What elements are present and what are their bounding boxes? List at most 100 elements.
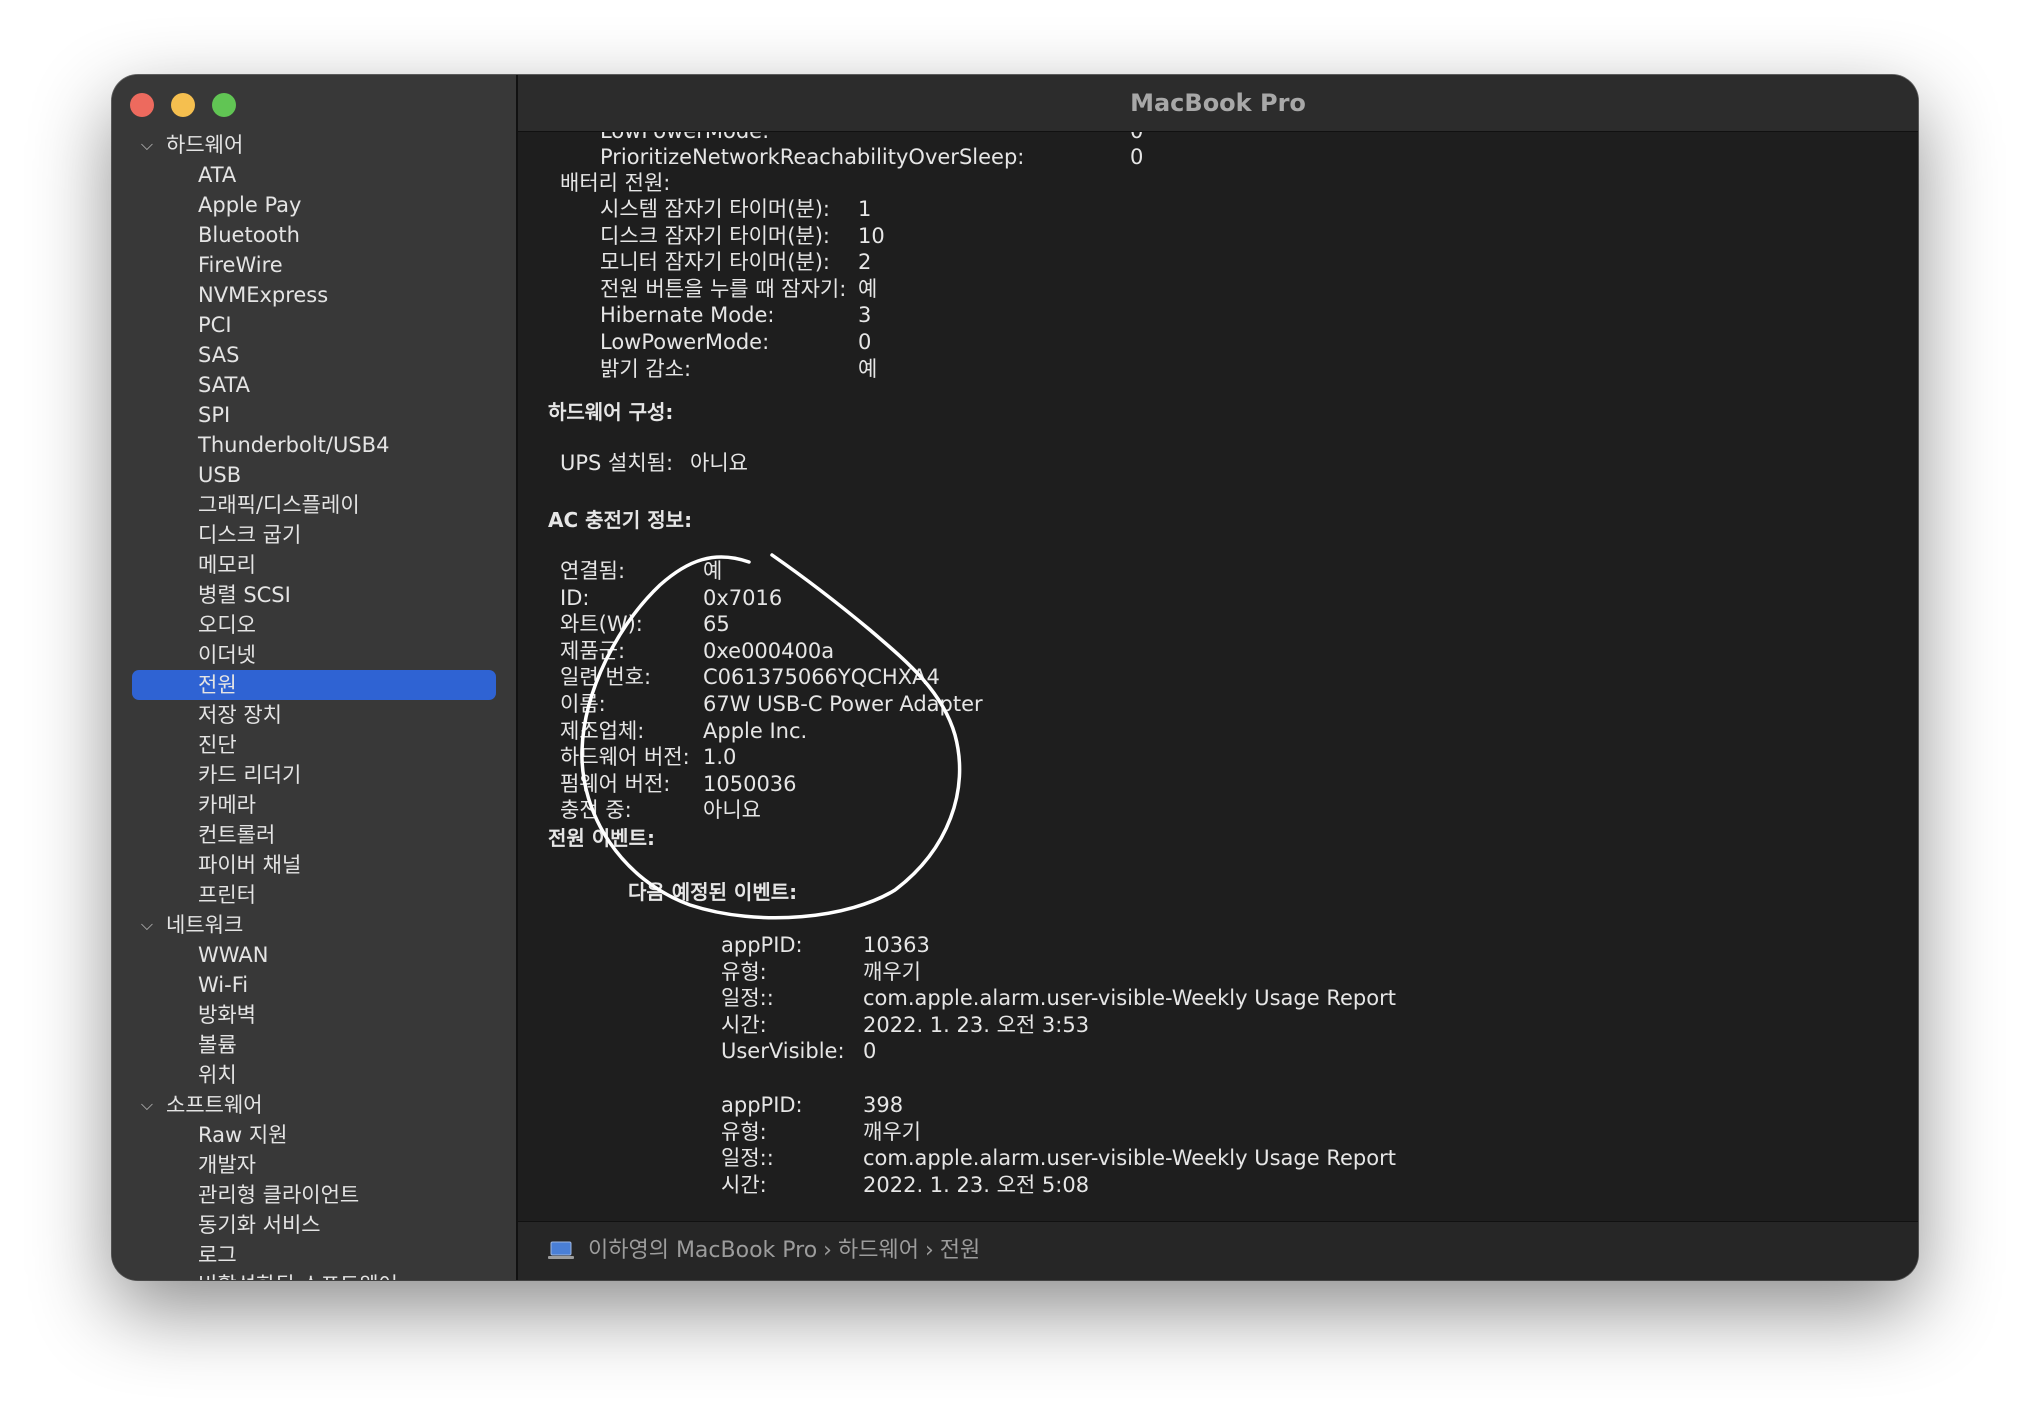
breadcrumb-item[interactable]: 이하영의 MacBook Pro (588, 1238, 817, 1263)
info-key: 제조업체: (560, 718, 645, 743)
sidebar-item-label: Apple Pay (198, 193, 302, 217)
sidebar-item[interactable]: Thunderbolt/USB4 (112, 430, 516, 460)
info-key: 하드웨어 버전: (560, 745, 690, 770)
sidebar-item[interactable]: 진단 (112, 730, 516, 760)
chevron-down-icon[interactable]: ⌵ (136, 130, 158, 160)
sidebar-item[interactable]: USB (112, 460, 516, 490)
window-title: MacBook Pro (518, 75, 1918, 132)
sidebar-item[interactable]: 위치 (112, 1060, 516, 1090)
sidebar-item-label: 관리형 클라이언트 (198, 1183, 360, 1207)
sidebar-item-label: 이더넷 (198, 643, 256, 667)
breadcrumb-item[interactable]: 하드웨어 (838, 1238, 919, 1263)
info-key: UPS 설치됨: (560, 451, 674, 475)
info-value: 예 (858, 356, 878, 381)
chevron-down-icon[interactable]: ⌵ (136, 1090, 158, 1120)
sidebar-item[interactable]: 그래픽/디스플레이 (112, 490, 516, 520)
sidebar-item[interactable]: 병렬 SCSI (112, 580, 516, 610)
sidebar-item[interactable]: 방화벽 (112, 1000, 516, 1030)
sidebar-item[interactable]: PCI (112, 310, 516, 340)
info-value: 2 (858, 250, 872, 275)
sidebar-item-label: 카드 리더기 (198, 763, 302, 787)
breadcrumb: 이하영의 MacBook Pro › 하드웨어 › 전원 (588, 1222, 980, 1280)
sidebar-item[interactable]: Raw 지원 (112, 1120, 516, 1150)
sidebar-item-label: WWAN (198, 943, 269, 967)
sidebar-item[interactable]: WWAN (112, 940, 516, 970)
info-key: 밝기 감소: (600, 356, 692, 381)
sidebar-item[interactable]: 전원 (112, 670, 516, 700)
sidebar-group[interactable]: ⌵ 소프트웨어 (112, 1090, 516, 1120)
info-key: 유형: (721, 959, 767, 984)
info-value: 깨우기 (863, 959, 921, 984)
sidebar-item-label: SAS (198, 343, 240, 367)
sidebar-item[interactable]: 개발자 (112, 1150, 516, 1180)
info-value: 10363 (863, 933, 930, 957)
info-key: 디스크 잠자기 타이머(분): (600, 223, 831, 248)
status-bar: 이하영의 MacBook Pro › 하드웨어 › 전원 (518, 1221, 1918, 1280)
sidebar-group[interactable]: ⌵ 하드웨어 (112, 130, 516, 160)
info-value: 65 (703, 612, 730, 637)
info-value: 0 (1130, 145, 1144, 169)
sidebar-item[interactable]: 메모리 (112, 550, 516, 580)
zoom-button[interactable] (212, 93, 236, 117)
sidebar-item-label: 파이버 채널 (198, 853, 302, 877)
info-key: ID: (560, 585, 590, 610)
info-value: Apple Inc. (703, 718, 808, 743)
sidebar-group-label: 하드웨어 (166, 133, 244, 157)
sidebar-item[interactable]: 동기화 서비스 (112, 1210, 516, 1240)
sidebar-item[interactable]: 컨트롤러 (112, 820, 516, 850)
section-heading: AC 충전기 정보: (548, 508, 693, 532)
info-value: 아니요 (703, 798, 761, 823)
sidebar-item-label: PCI (198, 313, 232, 337)
sidebar-item[interactable]: 저장 장치 (112, 700, 516, 730)
sidebar-item[interactable]: NVMExpress (112, 280, 516, 310)
sidebar-item[interactable]: FireWire (112, 250, 516, 280)
sidebar-item-label: 전원 (198, 673, 237, 697)
info-key: appPID: (721, 1093, 803, 1117)
info-key: 제품군: (560, 638, 626, 663)
sidebar-item[interactable]: 프린터 (112, 880, 516, 910)
sidebar-item[interactable]: Wi-Fi (112, 970, 516, 1000)
sidebar-item[interactable]: 로그 (112, 1240, 516, 1270)
sidebar-group-label: 소프트웨어 (166, 1093, 263, 1117)
sidebar-item[interactable]: SAS (112, 340, 516, 370)
breadcrumb-item[interactable]: 전원 (940, 1238, 980, 1263)
sidebar-item[interactable]: 오디오 (112, 610, 516, 640)
sidebar-item[interactable]: 카메라 (112, 790, 516, 820)
detail-content[interactable]: LowPowerMode: 0 PrioritizeNetworkReachabil… (518, 132, 1918, 1222)
sidebar-item-label: 볼륨 (198, 1033, 237, 1057)
sidebar-item[interactable]: 볼륨 (112, 1030, 516, 1060)
minimize-button[interactable] (171, 93, 195, 117)
sidebar-item[interactable]: SPI (112, 400, 516, 430)
sidebar-item[interactable]: 비활성화된 소프트웨어 (112, 1270, 516, 1280)
sidebar-item[interactable]: 이더넷 (112, 640, 516, 670)
sidebar-item[interactable]: 관리형 클라이언트 (112, 1180, 516, 1210)
sidebar-item-label: 방화벽 (198, 1003, 256, 1027)
section-heading: 전원 이벤트: (548, 826, 655, 850)
sidebar-item-label: 위치 (198, 1063, 237, 1087)
close-button[interactable] (130, 93, 154, 117)
section-heading: 하드웨어 구성: (548, 400, 674, 424)
sidebar-item[interactable]: Apple Pay (112, 190, 516, 220)
info-key: PrioritizeNetworkReachabilityOverSleep: (600, 145, 1025, 169)
sidebar-item-label: SPI (198, 403, 231, 427)
window-controls (130, 93, 236, 117)
info-value: 1 (858, 197, 872, 221)
sidebar-group-label: 네트워크 (166, 913, 244, 937)
sidebar-item[interactable]: 카드 리더기 (112, 760, 516, 790)
sidebar-item-label: 로그 (198, 1243, 237, 1267)
sidebar-item-label: Raw 지원 (198, 1123, 288, 1147)
info-key: 모니터 잠자기 타이머(분): (600, 250, 831, 275)
sidebar-item[interactable]: Bluetooth (112, 220, 516, 250)
sidebar-item[interactable]: 디스크 굽기 (112, 520, 516, 550)
system-information-window: ⌵ 하드웨어 ATA Apple Pay Bluetooth FireWire NVMExp… (112, 75, 1918, 1280)
sidebar-item-label: ATA (198, 163, 237, 187)
sidebar-item[interactable]: 파이버 채널 (112, 850, 516, 880)
chevron-down-icon[interactable]: ⌵ (136, 910, 158, 940)
sidebar-item[interactable]: ATA (112, 160, 516, 190)
info-key: 일정:: (721, 1146, 774, 1171)
section-heading: 다음 예정된 이벤트: (628, 880, 798, 904)
sidebar-group[interactable]: ⌵ 네트워크 (112, 910, 516, 940)
sidebar-item-label: 진단 (198, 733, 237, 757)
laptop-icon (548, 1241, 574, 1259)
sidebar-item[interactable]: SATA (112, 370, 516, 400)
